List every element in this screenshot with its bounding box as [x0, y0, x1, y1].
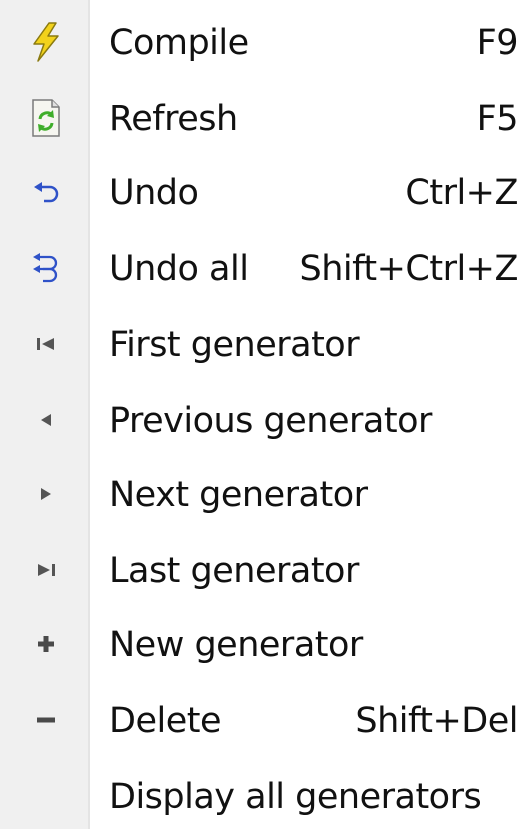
first-icon	[24, 322, 68, 366]
menu-item-compile[interactable]: Compile F9	[0, 8, 528, 80]
undo-all-icon	[24, 246, 68, 290]
menu-item-previous-generator[interactable]: Previous generator	[0, 386, 528, 458]
menu-item-label: New generator	[109, 625, 363, 665]
context-menu: Compile F9 Refresh F5 Undo Ctrl+Z Undo a…	[0, 0, 528, 829]
last-icon	[24, 548, 68, 592]
menu-item-label: First generator	[109, 325, 360, 365]
menu-item-label: Last generator	[109, 551, 359, 591]
minus-icon	[24, 698, 68, 742]
menu-item-display-all-generators[interactable]: Display all generators	[0, 762, 528, 834]
menu-item-last-generator[interactable]: Last generator	[0, 536, 528, 608]
menu-item-refresh[interactable]: Refresh F5	[0, 84, 528, 156]
menu-item-shortcut: F9	[476, 23, 519, 63]
menu-item-first-generator[interactable]: First generator	[0, 310, 528, 382]
menu-item-undo[interactable]: Undo Ctrl+Z	[0, 158, 528, 230]
menu-item-new-generator[interactable]: New generator	[0, 610, 528, 682]
menu-item-shortcut: Shift+Ctrl+Z	[299, 249, 519, 289]
menu-item-shortcut: Shift+Del	[355, 701, 518, 741]
menu-item-undo-all[interactable]: Undo all Shift+Ctrl+Z	[0, 234, 528, 306]
menu-item-label: Undo all	[109, 249, 249, 289]
menu-item-next-generator[interactable]: Next generator	[0, 460, 528, 532]
undo-icon	[24, 170, 68, 214]
next-icon	[24, 472, 68, 516]
menu-item-label: Next generator	[109, 475, 368, 515]
menu-item-label: Display all generators	[109, 777, 482, 817]
plus-icon	[24, 622, 68, 666]
menu-item-shortcut: Ctrl+Z	[405, 173, 518, 213]
menu-item-delete[interactable]: Delete Shift+Del	[0, 686, 528, 758]
lightning-icon	[24, 20, 68, 64]
menu-item-label: Compile	[109, 23, 249, 63]
menu-item-label: Refresh	[109, 99, 238, 139]
menu-item-label: Delete	[109, 701, 222, 741]
menu-item-label: Previous generator	[109, 401, 432, 441]
refresh-icon	[24, 96, 68, 140]
previous-icon	[24, 398, 68, 442]
menu-item-label: Undo	[109, 173, 199, 213]
menu-item-shortcut: F5	[476, 99, 519, 139]
